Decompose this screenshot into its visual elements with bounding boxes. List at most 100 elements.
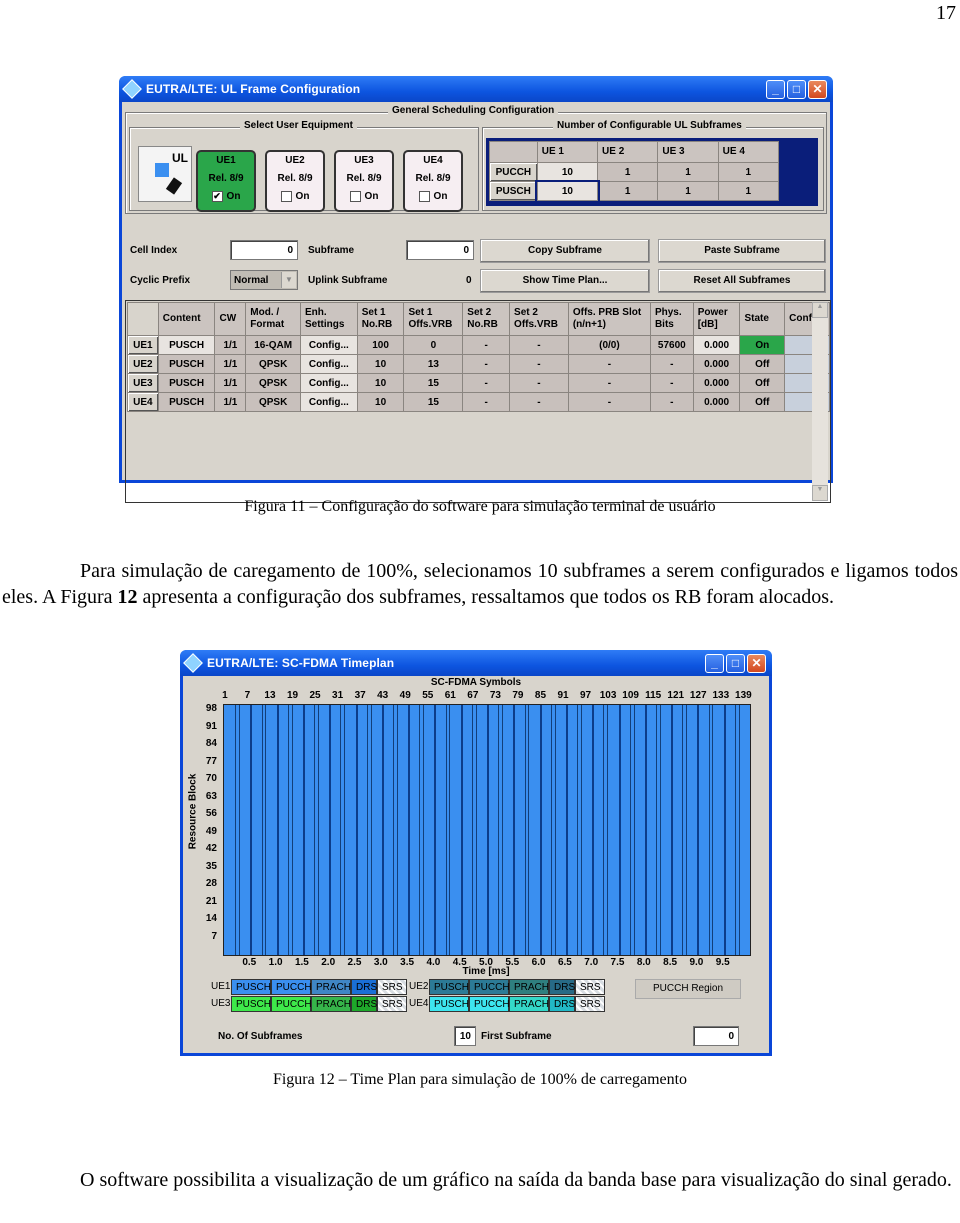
scroll-up-icon[interactable]: ▲ — [812, 302, 828, 318]
checkbox[interactable] — [418, 190, 430, 202]
checkbox[interactable] — [349, 190, 361, 202]
cell[interactable]: 0.000 — [692, 392, 741, 412]
legend-drs: DRS — [549, 996, 575, 1012]
drs-symbol-line — [734, 705, 736, 955]
legend-pusch: PUSCH — [231, 996, 271, 1012]
cell[interactable]: Off — [739, 392, 786, 412]
toggle-label: On — [433, 191, 448, 202]
drs-symbol-line — [423, 705, 425, 955]
checkbox[interactable] — [280, 190, 292, 202]
top-tick-label: 139 — [735, 690, 752, 701]
chevron-down-icon[interactable]: ▼ — [281, 272, 296, 288]
ue-toggle[interactable]: ✔ On — [198, 188, 254, 206]
maximize-button[interactable]: □ — [726, 653, 745, 673]
paragraph-1: Para simulação de caregamento de 100%, s… — [2, 560, 958, 608]
no-subframes-field[interactable]: 10 — [454, 1026, 476, 1046]
cell: PUSCH — [157, 354, 216, 374]
general-scheduling-group: General Scheduling Configuration Select … — [125, 105, 827, 214]
minimize-button[interactable]: _ — [766, 79, 785, 99]
subframe-count-cell[interactable]: 1 — [597, 181, 659, 201]
drs-symbol-line — [580, 705, 582, 955]
cell[interactable]: 0.000 — [692, 335, 741, 355]
cell[interactable]: Config... — [299, 354, 358, 374]
cell[interactable]: On — [739, 335, 786, 355]
subframe-count-cell[interactable]: 10 — [536, 162, 599, 182]
drs-symbol-line — [265, 705, 267, 955]
paste-subframe-button[interactable]: Paste Subframe — [658, 239, 826, 263]
cell-index-label: Cell Index — [130, 245, 178, 256]
drs-symbol-line — [656, 705, 658, 955]
cell: UE4 — [127, 392, 159, 412]
cell-index-field[interactable]: 0 — [230, 240, 298, 260]
ue-release: Rel. 8/9 — [346, 173, 382, 184]
maximize-button[interactable]: □ — [787, 79, 806, 99]
title-bar: EUTRA/LTE: SC-FDMA Timeplan _ □ ✕ — [180, 650, 772, 676]
window-client: General Scheduling Configuration Select … — [122, 102, 831, 503]
cell[interactable]: Config... — [299, 335, 358, 355]
subframe-row-label: PUCCH — [489, 162, 538, 182]
subframe-field[interactable]: 0 — [406, 240, 474, 260]
cell: 1/1 — [214, 373, 247, 393]
column-header: CW — [214, 302, 247, 336]
y-tick-label: 49 — [205, 825, 217, 837]
cell: UE3 — [127, 373, 159, 393]
minimize-button[interactable]: _ — [705, 653, 724, 673]
drs-symbol-line — [317, 705, 319, 955]
timeplan-window: EUTRA/LTE: SC-FDMA Timeplan _ □ ✕ SC-FDM… — [180, 650, 772, 1056]
close-button[interactable]: ✕ — [747, 653, 766, 673]
legend-ue-label: UE2 — [409, 981, 429, 992]
cell[interactable]: 0.000 — [692, 373, 741, 393]
cell: 10 — [356, 392, 405, 412]
y-tick-label: 77 — [205, 755, 217, 767]
subframe-count-cell[interactable]: 1 — [717, 181, 780, 201]
drs-symbol-line — [344, 705, 346, 955]
first-subframe-field[interactable]: 0 — [693, 1026, 739, 1046]
column-header: Power [dB] — [692, 302, 741, 336]
legend-pucch: PUCCH — [271, 996, 312, 1012]
cyclic-prefix-select[interactable]: Normal ▼ — [230, 270, 298, 290]
slot-boundary — [460, 705, 463, 955]
drs-symbol-line — [708, 705, 710, 955]
cell: - — [509, 392, 569, 412]
pucch-region-button[interactable]: PUCCH Region — [635, 979, 741, 999]
cyclic-prefix-label: Cyclic Prefix — [130, 275, 191, 286]
ue-toggle[interactable]: On — [336, 188, 392, 206]
ue-card-4[interactable]: UE4 Rel. 8/9 On — [403, 150, 463, 212]
cell[interactable]: Off — [739, 373, 786, 393]
drs-symbol-line — [471, 705, 473, 955]
drs-symbol-line — [524, 705, 526, 955]
vertical-scrollbar[interactable]: ▲ ▼ — [812, 302, 828, 501]
subframe-col-header: UE 2 — [597, 141, 659, 163]
cell: UE2 — [127, 354, 159, 374]
ue-card-1[interactable]: UE1 Rel. 8/9 ✔ On — [196, 150, 256, 212]
cell: - — [649, 373, 694, 393]
checkbox[interactable]: ✔ — [211, 190, 223, 202]
reset-all-subframes-button[interactable]: Reset All Subframes — [658, 269, 826, 293]
cell[interactable]: Config... — [299, 373, 358, 393]
subframe-count-cell[interactable]: 1 — [657, 181, 719, 201]
subframe-count-cell[interactable]: 1 — [657, 162, 719, 182]
subframe-col-header: UE 1 — [536, 141, 599, 163]
cell: PUSCH — [157, 335, 216, 355]
drs-symbol-line — [340, 705, 342, 955]
ue-card-2[interactable]: UE2 Rel. 8/9 On — [265, 150, 325, 212]
close-button[interactable]: ✕ — [808, 79, 827, 99]
subframe-label: Subframe — [308, 245, 355, 256]
ue-toggle[interactable]: On — [405, 188, 461, 206]
copy-subframe-button[interactable]: Copy Subframe — [480, 239, 650, 263]
column-header: Set 2 Offs.VRB — [509, 302, 569, 336]
cell[interactable]: 0.000 — [692, 354, 741, 374]
drs-symbol-line — [502, 705, 504, 955]
subframe-count-cell[interactable]: 1 — [597, 162, 659, 182]
subframe-count-cell[interactable]: 10 — [535, 179, 600, 203]
drs-symbol-line — [682, 705, 684, 955]
slot-boundary — [355, 705, 358, 955]
drs-symbol-line — [475, 705, 477, 955]
subframe-count-cell[interactable]: 1 — [717, 162, 780, 182]
cell[interactable]: Off — [739, 354, 786, 374]
slot-boundary — [513, 705, 516, 955]
ue-toggle[interactable]: On — [267, 188, 323, 206]
ue-card-3[interactable]: UE3 Rel. 8/9 On — [334, 150, 394, 212]
cell[interactable]: Config... — [299, 392, 358, 412]
show-time-plan-button[interactable]: Show Time Plan... — [480, 269, 650, 293]
